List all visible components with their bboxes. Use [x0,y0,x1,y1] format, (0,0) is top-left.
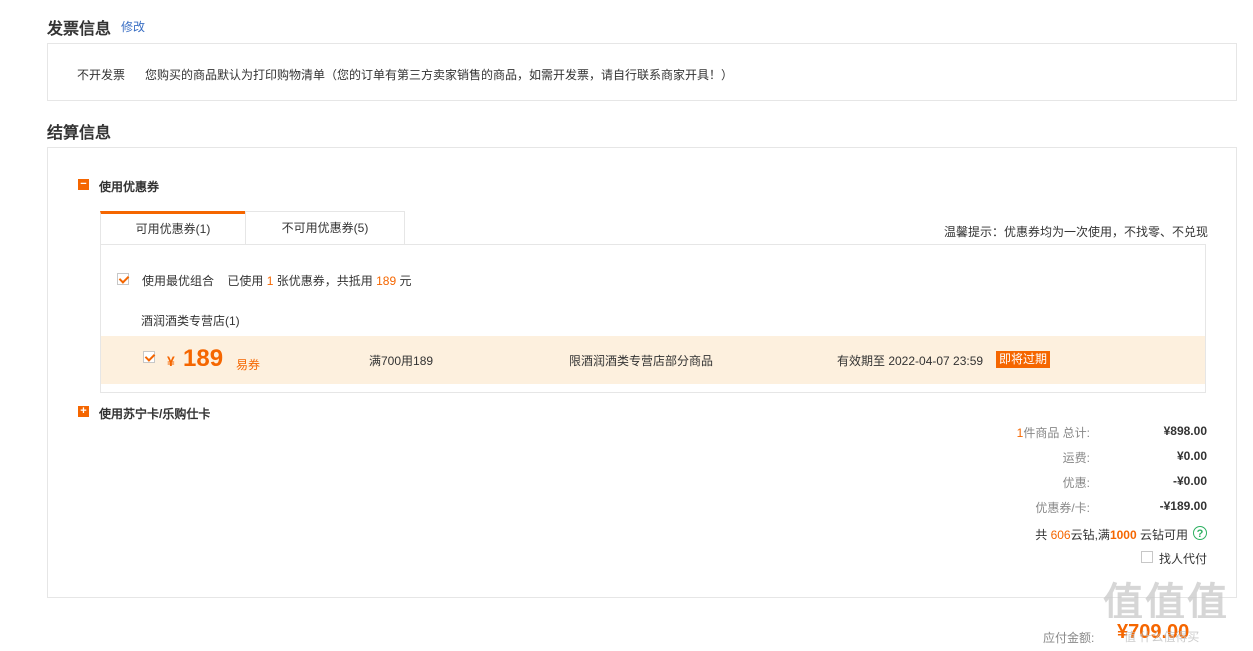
collapse-minus-icon[interactable]: − [78,179,89,190]
discount-label: 优惠: [1062,476,1090,490]
watermark-logo: 值值值 [1103,581,1229,618]
invoice-note: 您购买的商品默认为打印购物清单（您的订单有第三方卖家销售的商品，如需开发票，请自… [145,68,734,82]
used-prefix: 已使用 [227,274,264,288]
used-mid: 张优惠券，共抵用 [276,274,373,288]
coupon-card-value: -¥189.00 [1159,499,1207,513]
diamond-mid: 云钻,满 [1070,528,1110,542]
coupon-condition: 满700用189 [369,354,434,368]
coupon-scope: 限酒润酒类专营店部分商品 [569,354,714,368]
best-combo-text: 使用最优组合 已使用 1 张优惠券，共抵用 189 元 [142,272,412,289]
watermark-text: 值 什么值得买 [1124,630,1200,644]
tab-unavailable-coupons[interactable]: 不可用优惠券(5) [245,211,405,244]
diamond-prefix: 共 [1035,528,1048,542]
tab-available-coupons[interactable]: 可用优惠券(1) [100,211,246,244]
settlement-box: − 使用优惠券 可用优惠券(1) 不可用优惠券(5) 温馨提示：优惠券均为一次使… [47,147,1237,598]
coupon-panel: 使用最优组合 已使用 1 张优惠券，共抵用 189 元 酒润酒类专营店(1) ¥… [100,244,1206,393]
best-combo-label: 使用最优组合 [142,274,215,288]
discount-value: -¥0.00 [1172,474,1207,488]
expand-plus-icon[interactable]: + [78,406,89,417]
coupon-section-label[interactable]: 使用优惠券 [99,178,159,195]
diamond-threshold: 1000 [1109,528,1137,542]
invoice-box: 不开发票 您购买的商品默认为打印购物清单（您的订单有第三方卖家销售的商品，如需开… [47,43,1237,101]
diamond-suffix: 云钻可用 [1139,528,1188,542]
invoice-edit-link[interactable]: 修改 [121,18,145,35]
invoice-title: 发票信息 [47,21,112,38]
coupon-currency: ¥ [167,353,175,369]
invoice-type: 不开发票 [77,68,126,82]
settlement-title: 结算信息 [47,125,112,142]
coupon-type: 易券 [236,358,261,372]
help-icon[interactable]: ? [1193,526,1207,540]
coupon-checkbox[interactable] [143,351,155,363]
expiring-badge: 即将过期 [996,351,1051,368]
proxy-pay-label[interactable]: 找人代付 [1159,550,1207,567]
coupon-amount: 189 [183,345,224,372]
coupon-expiry: 有效期至 2022-04-07 23:59 [837,354,984,368]
coupon-tip: 温馨提示：优惠券均为一次使用，不找零、不兑现 [943,225,1208,239]
card-section-label[interactable]: 使用苏宁卡/乐购仕卡 [99,405,210,422]
used-count: 1 [266,274,274,288]
used-amount: 189 [376,274,397,288]
items-total-value: ¥898.00 [1163,424,1207,438]
used-suffix: 元 [399,274,412,288]
diamond-info: 共 606云钻,满1000 云钻可用 [1035,526,1188,543]
items-label: 件商品 总计: [1023,426,1090,440]
coupon-card-label: 优惠券/卡: [1035,501,1090,515]
best-combo-checkbox[interactable] [117,273,129,285]
items-total-label: 1件商品 总计: [890,424,1090,441]
payable-label: 应付金额: [1043,631,1095,645]
shipping-value: ¥0.00 [1176,449,1207,463]
proxy-pay-checkbox[interactable] [1141,551,1153,563]
store-name: 酒润酒类专营店(1) [141,314,240,328]
coupon-row[interactable]: ¥ 189 易券 满700用189 限酒润酒类专营店部分商品 有效期至 2022… [101,336,1205,384]
shipping-label: 运费: [1062,451,1090,465]
diamond-count: 606 [1050,528,1071,542]
